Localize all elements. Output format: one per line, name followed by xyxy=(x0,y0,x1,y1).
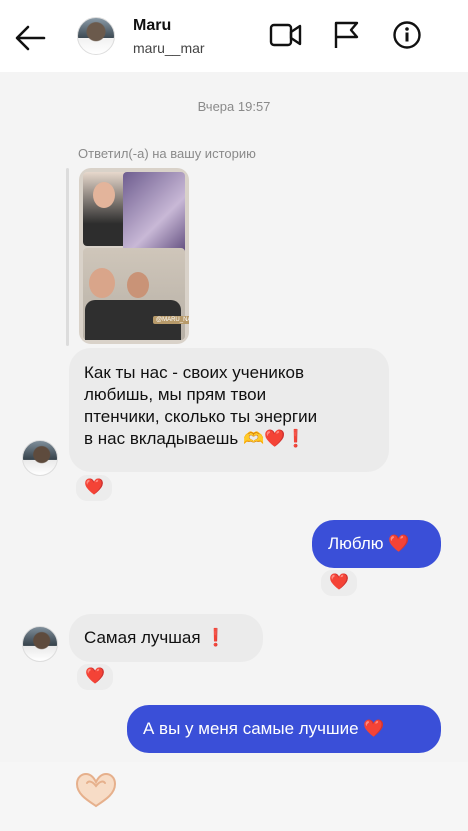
message-reaction[interactable]: ❤️ xyxy=(75,662,115,692)
message-reaction[interactable]: ❤️ xyxy=(74,473,114,503)
message-emoji: ❗ xyxy=(205,628,227,647)
outgoing-message-bubble[interactable]: А вы у меня самые лучшие ❤️ xyxy=(127,705,441,753)
message-line: Как ты нас - своих учеников xyxy=(84,363,305,382)
story-tag: @МARU_NAILS xyxy=(153,316,189,324)
outgoing-message-bubble[interactable]: Люблю ❤️ xyxy=(312,520,441,568)
back-arrow-icon[interactable] xyxy=(14,24,46,52)
incoming-message-bubble[interactable]: Как ты нас - своих учеников любишь, мы п… xyxy=(69,348,389,472)
heart-reaction-icon: ❤️ xyxy=(329,574,349,591)
flag-icon[interactable] xyxy=(330,20,364,50)
story-thumbnail[interactable]: @МARU_NAILS xyxy=(79,168,189,344)
story-reply-label: Ответил(-а) на вашу историю xyxy=(78,146,256,161)
message-line: птенчики, сколько ты энергии xyxy=(84,407,318,426)
sender-avatar[interactable] xyxy=(22,440,58,476)
message-text: Люблю xyxy=(328,534,384,553)
sender-avatar[interactable] xyxy=(22,626,58,662)
heart-reaction-icon: ❤️ xyxy=(85,668,105,685)
message-line: любишь, мы прям твои xyxy=(84,385,267,404)
message-emoji: 🫶❤️❗ xyxy=(242,429,307,448)
header-avatar[interactable] xyxy=(77,17,115,55)
video-call-icon[interactable] xyxy=(269,20,303,50)
contact-username[interactable]: maru__mar xyxy=(133,40,205,56)
story-reply-bar xyxy=(66,168,69,346)
message-timestamp: Вчера 19:57 xyxy=(197,99,271,114)
info-icon[interactable] xyxy=(390,20,424,50)
message-emoji: ❤️ xyxy=(363,719,385,738)
incoming-message-bubble[interactable]: Самая лучшая ❗ xyxy=(69,614,263,662)
message-text: Самая лучшая xyxy=(84,628,201,647)
contact-name[interactable]: Maru xyxy=(133,17,171,35)
message-reaction[interactable]: ❤️ xyxy=(319,568,359,598)
message-line: в нас вкладываешь xyxy=(84,429,239,448)
bottom-bar xyxy=(0,762,468,831)
heart-hands-icon[interactable] xyxy=(73,770,119,810)
message-emoji: ❤️ xyxy=(388,534,410,553)
heart-reaction-icon: ❤️ xyxy=(84,479,104,496)
chat-header: Maru maru__mar xyxy=(0,0,468,72)
message-text: А вы у меня самые лучшие xyxy=(143,719,359,738)
